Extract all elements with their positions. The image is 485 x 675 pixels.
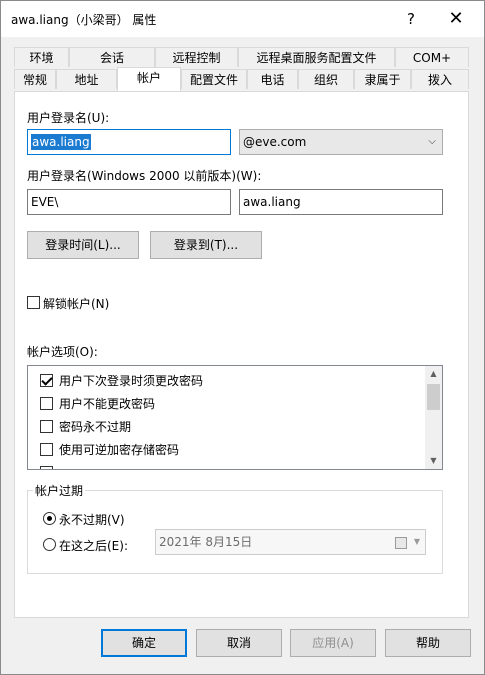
calendar-icon [395, 537, 407, 549]
cancel-button[interactable]: 取消 [196, 629, 282, 657]
prewin2000-name-input[interactable]: awa.liang [239, 189, 443, 215]
tab-address[interactable]: 地址 [56, 69, 117, 89]
scroll-down-icon[interactable]: ▼ [425, 453, 442, 469]
unlock-account-label: 解锁帐户(N) [43, 297, 110, 311]
never-expires-label: 永不过期(V) [59, 513, 125, 527]
unlock-account-checkbox[interactable] [27, 296, 40, 309]
end-of-radio[interactable] [43, 538, 56, 551]
account-options-list[interactable]: 用户下次登录时须更改密码 用户不能更改密码 密码永不过期 使用可逆加密存储密码 … [27, 365, 443, 470]
chevron-down-icon: ▼ [413, 537, 420, 546]
help-icon[interactable]: ? [399, 5, 423, 33]
option-checkbox[interactable] [40, 466, 53, 469]
scroll-thumb[interactable] [427, 384, 440, 410]
option-checkbox[interactable] [40, 374, 53, 387]
option-checkbox[interactable] [40, 420, 53, 433]
tab-dial-in[interactable]: 拨入 [411, 69, 469, 89]
option-checkbox[interactable] [40, 397, 53, 410]
end-of-label: 在这之后(E): [59, 539, 128, 553]
help-button[interactable]: 帮助 [385, 629, 471, 657]
prewin2000-label: 用户登录名(Windows 2000 以前版本)(W): [27, 169, 262, 183]
ok-button[interactable]: 确定 [101, 629, 187, 657]
chevron-down-icon: ⌵ [428, 136, 436, 147]
upn-suffix-select[interactable]: @eve.com ⌵ [239, 129, 443, 155]
tab-organization[interactable]: 组织 [298, 69, 354, 89]
close-icon[interactable]: ✕ [441, 5, 471, 33]
logon-name-label: 用户登录名(U): [27, 111, 110, 125]
tab-session[interactable]: 会话 [69, 47, 155, 67]
logon-name-value: awa.liang [31, 134, 91, 150]
prewin2000-domain-field: EVE\ [27, 189, 231, 215]
properties-dialog: awa.liang（小梁哥） 属性 ? ✕ 环境 会话 远程控制 远程桌面服务配… [0, 0, 485, 675]
account-options-label: 帐户选项(O): [27, 345, 98, 359]
tab-general[interactable]: 常规 [14, 69, 56, 89]
upn-suffix-value: @eve.com [243, 135, 307, 149]
expiry-date-picker: 2021年 8月15日 ▼ [155, 529, 426, 555]
window-title: awa.liang（小梁哥） 属性 [11, 13, 157, 27]
tab-account[interactable]: 帐户 [117, 67, 181, 91]
tab-profile[interactable]: 配置文件 [181, 69, 247, 89]
logon-to-button[interactable]: 登录到(T)... [150, 231, 262, 259]
apply-button[interactable]: 应用(A) [290, 629, 376, 657]
tab-member-of[interactable]: 隶属于 [354, 69, 411, 89]
title-bar: awa.liang（小梁哥） 属性 ? ✕ [1, 1, 484, 37]
expiry-date-value: 2021年 8月15日 [159, 535, 253, 549]
tab-rds-profile[interactable]: 远程桌面服务配置文件 [238, 47, 395, 67]
tab-com-plus[interactable]: COM+ [395, 47, 469, 67]
tab-remote-control[interactable]: 远程控制 [155, 47, 238, 67]
tab-telephones[interactable]: 电话 [247, 69, 298, 89]
option-checkbox[interactable] [40, 443, 53, 456]
tab-environment[interactable]: 环境 [14, 47, 69, 67]
logon-name-input[interactable]: awa.liang [27, 129, 231, 155]
account-panel: 用户登录名(U): awa.liang @eve.com ⌵ 用户登录名(Win… [14, 91, 469, 618]
scroll-up-icon[interactable]: ▲ [425, 366, 442, 382]
logon-hours-button[interactable]: 登录时间(L)... [27, 231, 139, 259]
account-expires-label: 帐户过期 [33, 482, 86, 499]
options-scrollbar[interactable]: ▲ ▼ [425, 366, 442, 469]
never-expires-radio[interactable] [43, 512, 56, 525]
